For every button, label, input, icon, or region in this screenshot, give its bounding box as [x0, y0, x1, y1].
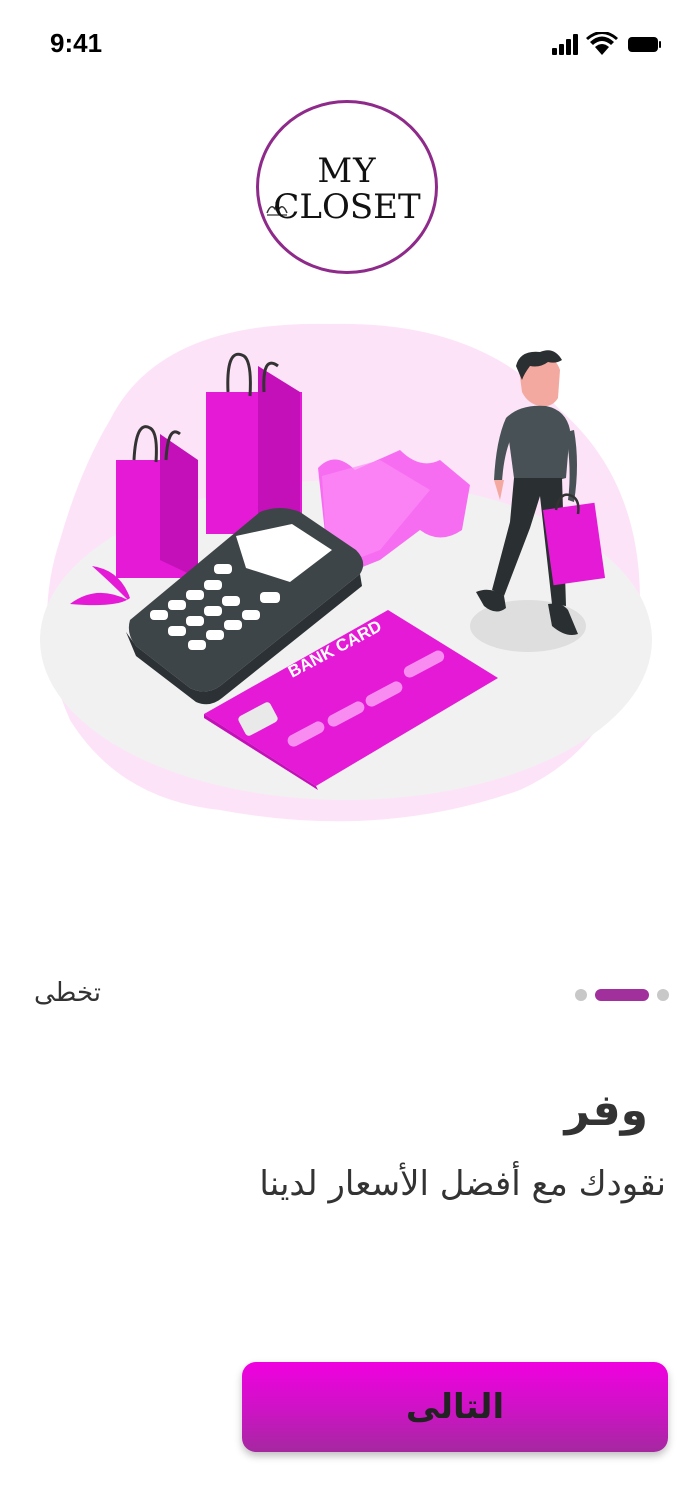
next-button[interactable]: التالى: [242, 1362, 668, 1452]
status-time: 9:41: [50, 28, 103, 58]
page-dot: [575, 989, 587, 1001]
onboarding-title: وفر: [564, 1085, 648, 1136]
logo-line-my: MY: [317, 151, 377, 191]
onboarding-subtitle: نقودك مع أفضل الأسعار لدينا: [259, 1164, 666, 1204]
skip-button[interactable]: تخطى: [34, 978, 101, 1008]
cellular-signal-icon: [552, 34, 578, 55]
page-dot: [657, 989, 669, 1001]
shopping-payment-illustration: BANK CARD: [40, 323, 652, 822]
logo-line-closet: CLOSET: [273, 187, 421, 227]
status-icons: [552, 32, 661, 55]
page-indicator: [575, 989, 671, 1003]
wifi-icon: [586, 32, 618, 55]
app-logo: MY CLOSET: [256, 100, 438, 274]
status-bar: 9:41: [0, 0, 696, 90]
battery-icon: [628, 37, 661, 52]
page-dot-active: [595, 989, 649, 1001]
